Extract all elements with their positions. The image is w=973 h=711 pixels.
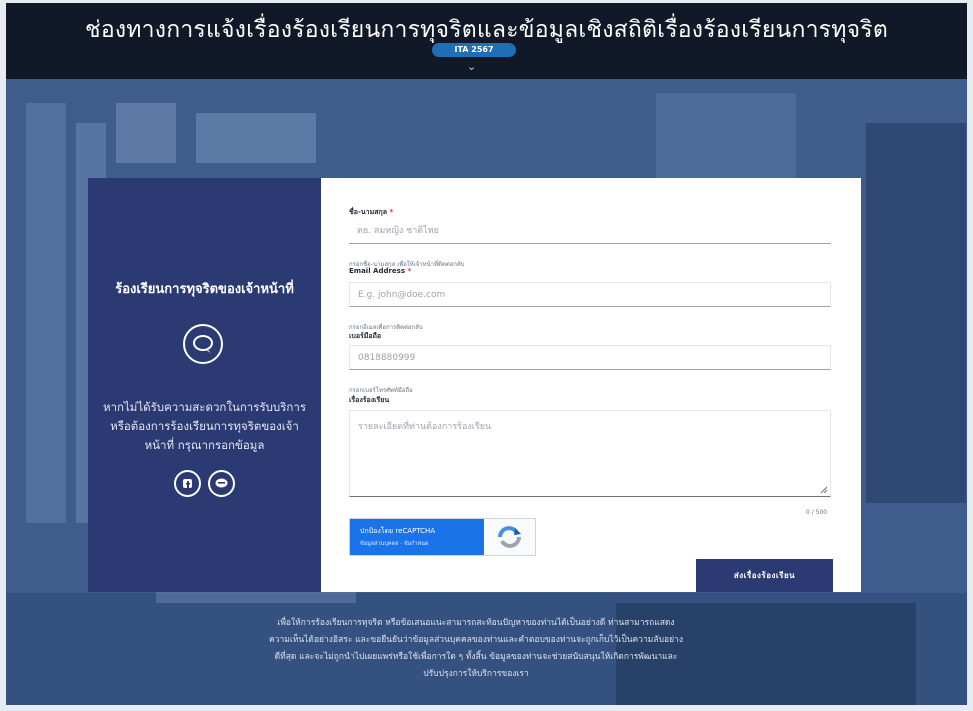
phone-placeholder: 0818880999 bbox=[358, 353, 416, 363]
panel-description: หากไม่ได้รับความสะดวกในการรับบริการ หรือ… bbox=[103, 400, 306, 452]
page-title: ช่องทางการแจ้งเรื่องร้องเรียนการทุจริตแล… bbox=[85, 17, 888, 43]
resize-handle-icon[interactable] bbox=[820, 486, 828, 494]
info-panel: ร้องเรียนการทุจริตของเจ้าหน้าที่ หากไม่ไ… bbox=[88, 178, 321, 592]
chat-icon bbox=[183, 324, 223, 364]
ita-badge[interactable]: ITA 2567 bbox=[432, 43, 516, 57]
facebook-icon[interactable] bbox=[174, 470, 201, 497]
header-bar: ช่องทางการแจ้งเรื่องร้องเรียนการทุจริตแล… bbox=[6, 3, 967, 79]
char-counter: 0 / 500 bbox=[806, 509, 828, 516]
line-icon[interactable] bbox=[208, 470, 235, 497]
name-label-text: ชื่อ-นามสกุล bbox=[349, 208, 387, 216]
page-frame: ช่องทางการแจ้งเรื่องร้องเรียนการทุจริตแล… bbox=[6, 3, 967, 705]
phone-label: เบอร์มือถือ bbox=[349, 332, 382, 340]
panel-title: ร้องเรียนการทุจริตของเจ้าหน้าที่ bbox=[115, 282, 294, 297]
subject-placeholder: รายละเอียดที่ท่านต้องการร้องเรียน bbox=[358, 422, 492, 432]
recaptcha-links[interactable]: ข้อมูลส่วนบุคคล - ข้อกำหนด bbox=[360, 540, 428, 548]
subject-label: เรื่องร้องเรียน bbox=[349, 396, 390, 404]
phone-field[interactable]: 0818880999 bbox=[349, 345, 831, 370]
recaptcha-logo-icon bbox=[484, 519, 535, 555]
email-label: Email Address * bbox=[349, 267, 411, 275]
privacy-note: เพื่อให้การร้องเรียนการทุจริต หรือข้อเสน… bbox=[269, 618, 683, 679]
ita-badge-label: ITA 2567 bbox=[454, 45, 494, 54]
email-placeholder: E.g. john@doe.com bbox=[358, 290, 446, 300]
recaptcha-widget[interactable]: ปกป้องโดย reCAPTCHA ข้อมูลส่วนบุคคล - ข้… bbox=[349, 518, 536, 556]
chevron-down-icon[interactable]: ⌄ bbox=[467, 60, 476, 73]
name-placeholder: ตย. สมหญิง ชาติไทย bbox=[357, 226, 439, 236]
subject-textarea[interactable]: รายละเอียดที่ท่านต้องการร้องเรียน bbox=[349, 410, 831, 497]
required-mark: * bbox=[389, 208, 394, 216]
subject-hint: กรอกเบอร์โทรศัพท์มือถือ bbox=[349, 387, 413, 394]
email-field[interactable]: E.g. john@doe.com bbox=[349, 282, 831, 307]
recaptcha-title: ปกป้องโดย reCAPTCHA bbox=[360, 527, 436, 535]
name-field[interactable]: ตย. สมหญิง ชาติไทย bbox=[349, 219, 831, 244]
name-label: ชื่อ-นามสกุล * bbox=[349, 207, 393, 218]
complaint-form: ชื่อ-นามสกุล * ตย. สมหญิง ชาติไทย กรอกชื… bbox=[321, 178, 861, 592]
submit-button[interactable]: ส่งเรื่องร้องเรียน bbox=[696, 559, 833, 592]
email-label-text: Email Address bbox=[349, 267, 406, 275]
required-mark: * bbox=[407, 267, 412, 275]
